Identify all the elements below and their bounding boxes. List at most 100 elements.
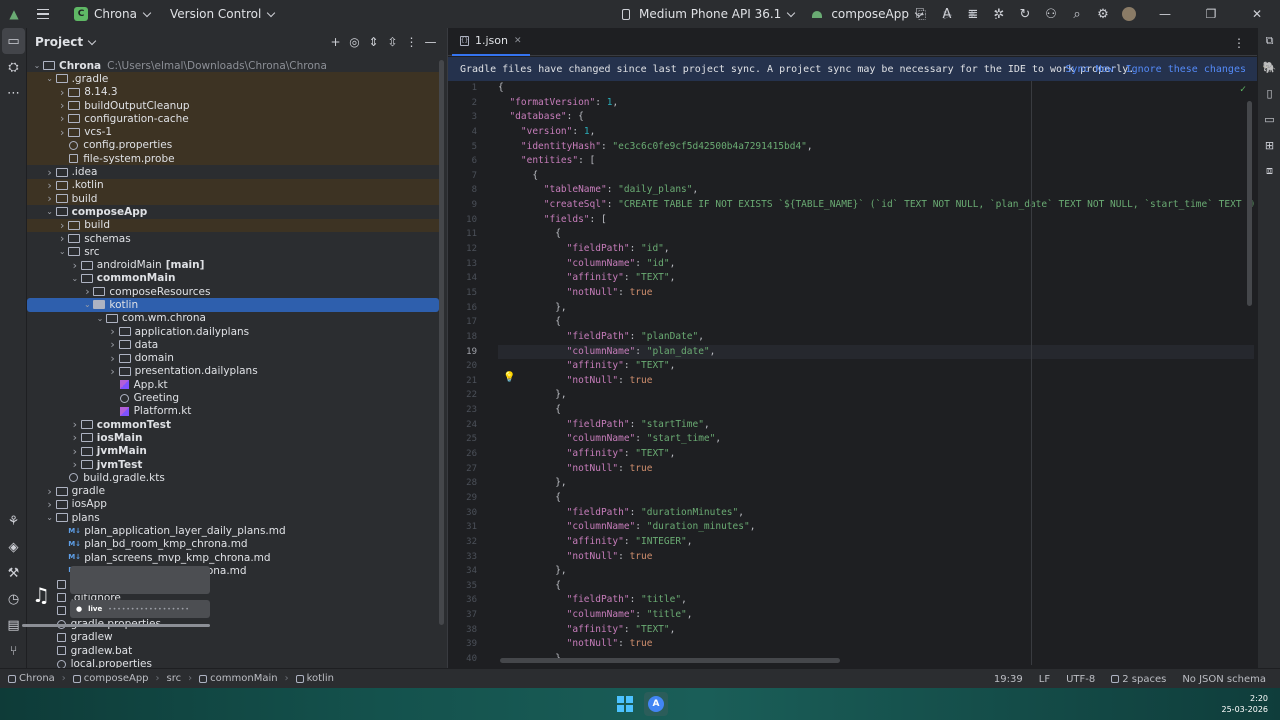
bug-icon[interactable]: ✲ xyxy=(986,0,1012,28)
tree-item[interactable]: file-system.probe xyxy=(27,152,439,166)
tree-item[interactable]: ⌄ com.wm.chrona xyxy=(27,312,439,325)
editor-vertical-scrollbar[interactable] xyxy=(1247,101,1252,306)
editor-horizontal-scrollbar[interactable] xyxy=(500,658,840,663)
line-number[interactable]: 30 xyxy=(448,506,492,521)
chevron-down-icon[interactable]: ⌄ xyxy=(44,207,56,216)
line-number[interactable]: 11 xyxy=(448,227,492,242)
line-number[interactable]: 23 xyxy=(448,403,492,418)
search-icon[interactable]: ⌕ xyxy=(1064,0,1090,28)
tree-item[interactable]: › schemas xyxy=(27,232,439,245)
line-number[interactable]: 33 xyxy=(448,550,492,565)
line-number[interactable]: 10 xyxy=(448,213,492,228)
close-button[interactable]: ✕ xyxy=(1234,0,1280,28)
line-number[interactable]: 19 xyxy=(448,345,492,360)
chevron-right-icon[interactable]: › xyxy=(44,498,56,511)
new-file-icon[interactable]: + xyxy=(327,35,344,49)
project-folder-icon[interactable]: ▭ xyxy=(2,28,25,54)
media-live-card[interactable]: ● live •••••••••••••••••• xyxy=(70,600,210,618)
chevron-right-icon[interactable]: › xyxy=(44,166,56,179)
tree-item[interactable]: ⌄ commonMain xyxy=(27,272,439,285)
chevron-down-icon[interactable]: ⌄ xyxy=(94,314,106,323)
project-selector[interactable]: C Chrona xyxy=(68,3,156,25)
tree-item[interactable]: › jvmTest xyxy=(27,458,439,471)
tree-item[interactable]: › .kotlin xyxy=(27,178,439,192)
tree-item[interactable]: › build xyxy=(27,191,439,206)
lightbulb-icon[interactable]: 💡 xyxy=(503,372,515,383)
tree-item[interactable]: › iosApp xyxy=(27,498,439,511)
chevron-down-icon[interactable]: ⌄ xyxy=(31,61,43,70)
expand-all-icon[interactable]: ⇕ xyxy=(365,35,382,49)
tree-item[interactable]: App.kt xyxy=(27,378,439,391)
chevron-down-icon[interactable]: ⌄ xyxy=(44,74,56,83)
tree-item[interactable]: config.properties xyxy=(27,138,439,153)
windows-start-icon[interactable] xyxy=(617,696,633,712)
maximize-button[interactable]: ❐ xyxy=(1188,0,1234,28)
tree-item[interactable]: M↓ plan_screens_mvp_kmp_chrona.md xyxy=(27,551,439,564)
media-card[interactable] xyxy=(70,566,210,594)
line-number[interactable]: 24 xyxy=(448,418,492,433)
chevron-down-icon[interactable]: ⌄ xyxy=(81,300,93,309)
line-number[interactable]: 36 xyxy=(448,593,492,608)
line-number[interactable]: 9 xyxy=(448,198,492,213)
line-number[interactable]: 14 xyxy=(448,271,492,286)
breadcrumb-item-kotlin[interactable]: kotlin xyxy=(295,673,334,684)
tree-item[interactable]: ⌄ Chrona C:\Users\elmal\Downloads\Chrona\C… xyxy=(27,59,439,72)
line-number[interactable]: 25 xyxy=(448,432,492,447)
tree-item[interactable]: › build xyxy=(27,218,439,232)
line-number[interactable]: 31 xyxy=(448,520,492,535)
tree-item[interactable]: › data xyxy=(27,338,439,351)
no-problems-check-icon[interactable]: ✓ xyxy=(1240,84,1246,95)
tab-1-json[interactable]: {} 1.json ✕ xyxy=(452,28,530,56)
tree-item[interactable]: Platform.kt xyxy=(27,405,439,418)
account-icon[interactable]: ⚇ xyxy=(1038,0,1064,28)
running-devices-icon[interactable]: ▭ xyxy=(1258,106,1280,132)
notifications-icon[interactable]: ⧉ xyxy=(1258,28,1280,54)
resource-manager-icon[interactable]: ⛭ xyxy=(0,54,27,80)
line-number[interactable]: 32 xyxy=(448,535,492,550)
tree-item[interactable]: › commonTest xyxy=(27,418,439,431)
collapse-all-icon[interactable]: ⇳ xyxy=(384,35,401,49)
line-number[interactable]: 15 xyxy=(448,286,492,301)
line-number[interactable]: 3 xyxy=(448,110,492,125)
tree-item[interactable]: ⌄ composeApp xyxy=(27,205,439,218)
chevron-right-icon[interactable]: › xyxy=(69,259,81,272)
chevron-right-icon[interactable]: › xyxy=(107,338,119,351)
tree-item[interactable]: M↓ plan_bd_room_kmp_chrona.md xyxy=(27,538,439,551)
emulator-icon[interactable]: ⧈ xyxy=(1258,158,1280,184)
line-number[interactable]: 2 xyxy=(448,96,492,111)
run-config-selector[interactable]: composeApp xyxy=(812,7,924,21)
json-schema[interactable]: No JSON schema xyxy=(1182,674,1266,685)
line-number[interactable]: 20 xyxy=(448,359,492,374)
line-number[interactable]: 40 xyxy=(448,652,492,665)
options-icon[interactable]: ⋮ xyxy=(403,35,420,49)
version-control-menu[interactable]: Version Control xyxy=(170,7,276,21)
device-manager-icon[interactable]: ⎘ xyxy=(908,0,934,28)
tree-item[interactable]: build.gradle.kts xyxy=(27,471,439,484)
line-number[interactable]: 18 xyxy=(448,330,492,345)
chevron-down-icon[interactable]: ⌄ xyxy=(69,274,81,283)
breadcrumb-item-src[interactable]: src xyxy=(167,673,182,684)
tree-item[interactable]: › androidMain [main] xyxy=(27,258,439,272)
layout-inspector-icon[interactable]: ⊞ xyxy=(1258,132,1280,158)
tree-item[interactable]: ⌄ plans xyxy=(27,511,439,524)
tree-item[interactable]: › buildOutputCleanup xyxy=(27,98,439,113)
locate-icon[interactable]: ◎ xyxy=(346,35,363,49)
line-number[interactable]: 13 xyxy=(448,257,492,272)
android-studio-taskbar-icon[interactable]: A xyxy=(644,692,668,716)
chevron-right-icon[interactable]: › xyxy=(81,285,93,298)
chevron-right-icon[interactable]: › xyxy=(56,232,68,245)
line-separator[interactable]: LF xyxy=(1039,674,1050,685)
line-number[interactable]: 17 xyxy=(448,315,492,330)
line-number[interactable]: 29 xyxy=(448,491,492,506)
tree-item[interactable]: M↓ plan_application_layer_daily_plans.md xyxy=(27,524,439,537)
chevron-down-icon[interactable]: ⌄ xyxy=(56,247,68,256)
tree-item[interactable]: › presentation.dailyplans xyxy=(27,365,439,378)
tree-item[interactable]: gradlew.bat xyxy=(27,644,439,657)
line-number[interactable]: 12 xyxy=(448,242,492,257)
chevron-right-icon[interactable]: › xyxy=(56,99,68,112)
chevron-right-icon[interactable]: › xyxy=(107,325,119,338)
file-encoding[interactable]: UTF-8 xyxy=(1066,674,1095,685)
line-number[interactable]: 16 xyxy=(448,301,492,316)
project-scrollbar[interactable] xyxy=(439,60,444,625)
media-progress[interactable] xyxy=(22,624,210,627)
